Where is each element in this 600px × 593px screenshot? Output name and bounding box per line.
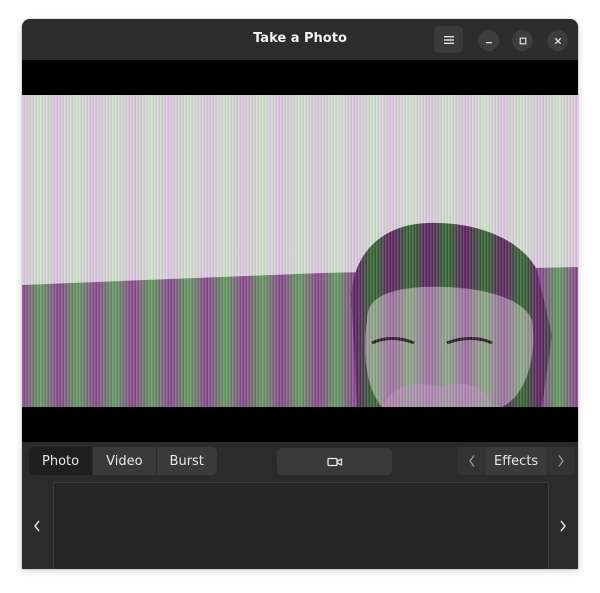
mode-burst-button[interactable]: Burst bbox=[156, 447, 217, 475]
chevron-right-icon bbox=[558, 455, 564, 467]
video-camera-icon bbox=[326, 457, 342, 466]
strip-next-button[interactable] bbox=[548, 482, 578, 569]
effects-prev-button[interactable] bbox=[457, 447, 486, 475]
mode-video-button[interactable]: Video bbox=[93, 447, 157, 475]
chevron-left-icon bbox=[33, 520, 40, 531]
maximize-icon bbox=[519, 37, 526, 44]
camera-preview bbox=[22, 95, 578, 407]
mode-photo-button[interactable]: Photo bbox=[29, 447, 94, 475]
close-button[interactable] bbox=[547, 30, 568, 51]
take-photo-button[interactable] bbox=[277, 448, 392, 475]
mode-bar: Photo Video Burst Effects bbox=[22, 442, 578, 482]
chevron-right-icon bbox=[560, 520, 567, 531]
app-window: Take a Photo Photo Video Burst Effects bbox=[22, 19, 578, 569]
effects-controls: Effects bbox=[457, 447, 576, 475]
effects-next-button[interactable] bbox=[546, 447, 576, 475]
hamburger-menu-icon bbox=[443, 35, 454, 44]
strip-prev-button[interactable] bbox=[22, 482, 52, 569]
mode-selector: Photo Video Burst bbox=[29, 447, 217, 475]
effects-button[interactable]: Effects bbox=[486, 447, 547, 475]
main-menu-button[interactable] bbox=[434, 26, 463, 53]
chevron-left-icon bbox=[468, 455, 475, 467]
effects-strip bbox=[22, 482, 578, 569]
close-icon bbox=[554, 37, 561, 44]
effects-thumbnail-area bbox=[53, 482, 549, 569]
camera-viewfinder bbox=[22, 60, 578, 442]
camera-feed-image bbox=[22, 95, 578, 407]
header-bar: Take a Photo bbox=[22, 19, 578, 61]
minimize-button[interactable] bbox=[478, 30, 499, 51]
maximize-button[interactable] bbox=[512, 30, 533, 51]
minimize-icon bbox=[485, 41, 492, 43]
